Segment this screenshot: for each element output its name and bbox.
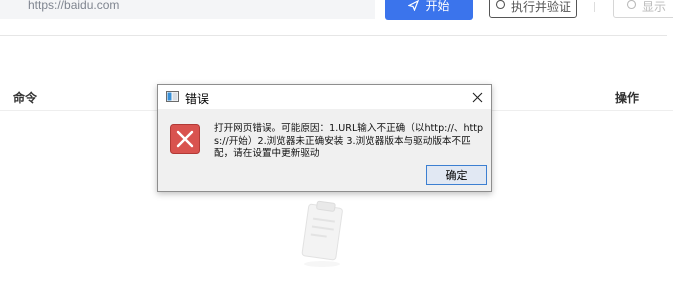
- run-verify-button[interactable]: 执行并验证: [489, 0, 577, 18]
- ok-button[interactable]: 确定: [426, 165, 487, 185]
- dialog-title: 错误: [185, 92, 210, 106]
- dialog-title-bar: 错误: [158, 85, 491, 109]
- start-button[interactable]: 开始: [385, 0, 473, 20]
- refresh-icon: [495, 0, 506, 13]
- run-verify-button-label: 执行并验证: [510, 0, 571, 14]
- settings-icon: [626, 0, 637, 13]
- empty-clipboard-icon: [291, 198, 353, 270]
- window-app-icon: [166, 91, 179, 102]
- column-header-command: 命令: [13, 91, 38, 105]
- column-header-operations: 操作: [615, 91, 640, 105]
- url-input[interactable]: https://baidu.com: [0, 0, 375, 19]
- app-window: https://baidu.com 开始 执行并验证 显示 命令 操作 错误 打…: [0, 0, 673, 295]
- error-dialog: 错误 打开网页错误。可能原因：1.URL输入不正确（以http://、https…: [157, 84, 492, 192]
- settings-button-label: 显示: [642, 0, 667, 14]
- toolbar-divider-line: [0, 35, 667, 36]
- dialog-message: 打开网页错误。可能原因：1.URL输入不正确（以http://、https://…: [214, 123, 484, 159]
- send-icon: [407, 0, 420, 14]
- toolbar-divider: [594, 2, 595, 12]
- error-icon: [170, 124, 200, 154]
- close-icon[interactable]: [469, 89, 485, 105]
- settings-button[interactable]: 显示: [613, 0, 673, 18]
- start-button-label: 开始: [425, 0, 450, 13]
